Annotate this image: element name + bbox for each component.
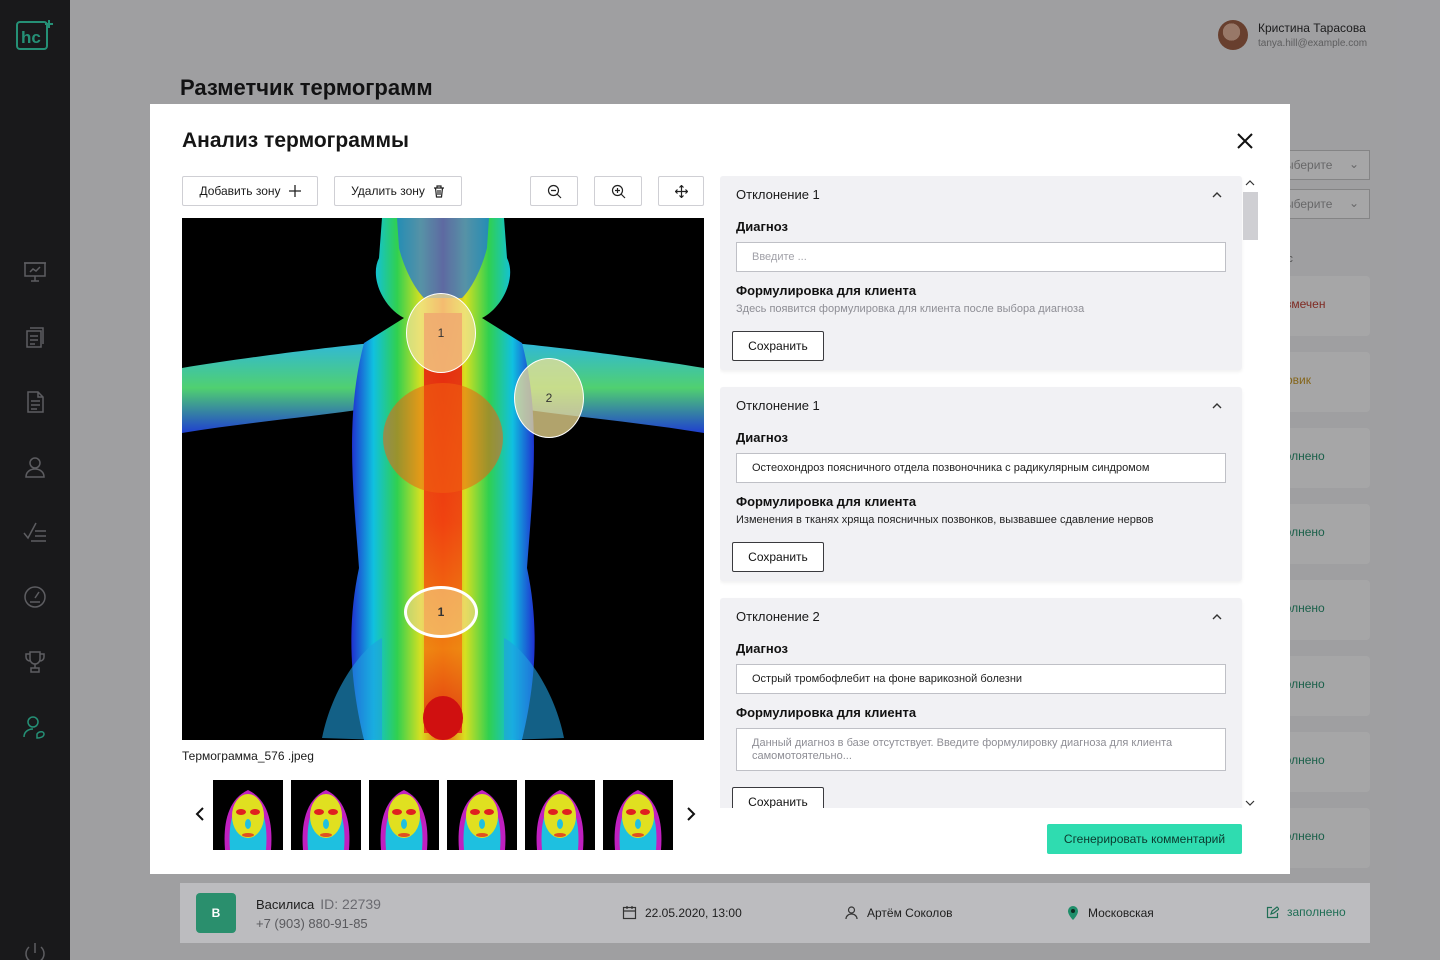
chevron-up-icon xyxy=(1212,614,1222,620)
scroll-down-icon[interactable] xyxy=(1242,798,1258,808)
status-text: заполнено xyxy=(1287,905,1346,919)
diagnosis-input[interactable]: Введите ... xyxy=(736,242,1226,272)
status-badge: заполнено xyxy=(1266,905,1346,919)
modal-title: Анализ термограммы xyxy=(182,129,409,152)
deviation-card: Отклонение 1 Диагноз Остеохондроз поясни… xyxy=(720,387,1242,581)
client-wording-text: Изменения в тканях хряща поясничных позв… xyxy=(736,514,1154,526)
appointment-datetime: 22.05.2020, 13:00 xyxy=(622,905,742,920)
client-wording-text: Здесь появится формулировка для клиента … xyxy=(736,303,1085,315)
client-wording-input[interactable]: Данный диагноз в базе отсутствует. Введи… xyxy=(736,728,1226,771)
deviation-title: Отклонение 1 xyxy=(736,187,820,202)
zoom-out-icon xyxy=(547,184,561,198)
patient-name: Василиса ID: 22739 xyxy=(256,896,381,912)
scrollbar-thumb[interactable] xyxy=(1243,192,1258,240)
patient-id: ID: 22739 xyxy=(320,896,381,912)
client-wording-label: Формулировка для клиента xyxy=(736,705,917,720)
doctor-name: Артём Соколов xyxy=(867,905,953,920)
carousel-prev-button[interactable] xyxy=(192,804,208,824)
deviation-title: Отклонение 2 xyxy=(736,609,820,624)
thermogram-thumbnail[interactable] xyxy=(525,780,595,850)
patient-phone: +7 (903) 880-91-85 xyxy=(256,916,368,931)
thermogram-thumbnail[interactable] xyxy=(603,780,673,850)
client-wording-label: Формулировка для клиента xyxy=(736,494,917,509)
save-button[interactable]: Сохранить xyxy=(732,787,824,808)
delete-zone-label: Удалить зону xyxy=(351,184,425,198)
move-button[interactable] xyxy=(658,176,704,206)
chevron-right-icon xyxy=(687,807,696,821)
deviations-panel[interactable]: Отклонение 1 Диагноз Введите ... Формули… xyxy=(720,176,1258,808)
thermogram-thumbnail[interactable] xyxy=(291,780,361,850)
zone-label: 2 xyxy=(545,391,553,405)
zoom-in-button[interactable] xyxy=(594,176,642,206)
thermogram-image[interactable]: 1 2 1 xyxy=(182,218,704,740)
diagnosis-label: Диагноз xyxy=(736,219,788,234)
diagnosis-input[interactable]: Острый тромбофлебит на фоне варикозной б… xyxy=(736,664,1226,694)
collapse-toggle[interactable] xyxy=(1208,186,1226,204)
zoom-in-icon xyxy=(611,184,625,198)
save-button[interactable]: Сохранить xyxy=(732,331,824,361)
thermogram-thumbnail[interactable] xyxy=(447,780,517,850)
add-zone-button[interactable]: Добавить зону xyxy=(182,176,318,206)
zone-marker[interactable]: 1 xyxy=(406,293,476,373)
diagnosis-label: Диагноз xyxy=(736,641,788,656)
deviation-card: Отклонение 1 Диагноз Введите ... Формули… xyxy=(720,176,1242,370)
user-icon xyxy=(845,906,858,920)
move-icon xyxy=(674,184,688,198)
table-row[interactable]: В Василиса ID: 22739 +7 (903) 880-91-85 2… xyxy=(180,883,1370,943)
collapse-toggle[interactable] xyxy=(1208,397,1226,415)
zone-marker[interactable]: 2 xyxy=(514,358,584,438)
edit-icon xyxy=(1266,905,1279,918)
zone-label: 1 xyxy=(437,326,445,340)
carousel-next-button[interactable] xyxy=(683,804,699,824)
close-button[interactable] xyxy=(1233,129,1257,153)
thermogram-thumbnail[interactable] xyxy=(213,780,283,850)
collapse-toggle[interactable] xyxy=(1208,608,1226,626)
generate-comment-button[interactable]: Сгенерировать комментарий xyxy=(1047,824,1242,854)
calendar-icon xyxy=(622,906,637,920)
region: Московская xyxy=(1066,905,1154,921)
doctor: Артём Соколов xyxy=(844,905,953,920)
patient-avatar: В xyxy=(196,893,236,933)
region-text: Московская xyxy=(1088,906,1154,920)
chevron-left-icon xyxy=(195,807,204,821)
zone-label: 1 xyxy=(437,605,445,619)
panel-scrollbar[interactable] xyxy=(1242,178,1258,808)
save-button[interactable]: Сохранить xyxy=(732,542,824,572)
thermogram-analysis-modal: Анализ термограммы Добавить зону Удалить… xyxy=(150,104,1290,874)
deviation-card: Отклонение 2 Диагноз Острый тромбофлебит… xyxy=(720,598,1242,808)
zoom-out-button[interactable] xyxy=(530,176,578,206)
add-zone-label: Добавить зону xyxy=(199,184,281,198)
diagnosis-input[interactable]: Остеохондроз поясничного отдела позвоноч… xyxy=(736,453,1226,483)
client-wording-label: Формулировка для клиента xyxy=(736,283,917,298)
file-name: Термограмма_576 .jpeg xyxy=(182,749,314,763)
patient-name-text: Василиса xyxy=(256,897,315,912)
chevron-up-icon xyxy=(1212,403,1222,409)
close-icon xyxy=(1237,133,1253,149)
scroll-up-icon[interactable] xyxy=(1242,178,1258,188)
chevron-up-icon xyxy=(1212,192,1222,198)
plus-icon xyxy=(288,185,301,197)
diagnosis-label: Диагноз xyxy=(736,430,788,445)
thermogram-thumbnail[interactable] xyxy=(369,780,439,850)
location-pin-icon xyxy=(1068,906,1078,920)
deviation-title: Отклонение 1 xyxy=(736,398,820,413)
datetime-text: 22.05.2020, 13:00 xyxy=(645,905,742,920)
delete-zone-button[interactable]: Удалить зону xyxy=(334,176,462,206)
trash-icon xyxy=(433,184,444,198)
zone-marker-selected[interactable]: 1 xyxy=(404,586,478,638)
